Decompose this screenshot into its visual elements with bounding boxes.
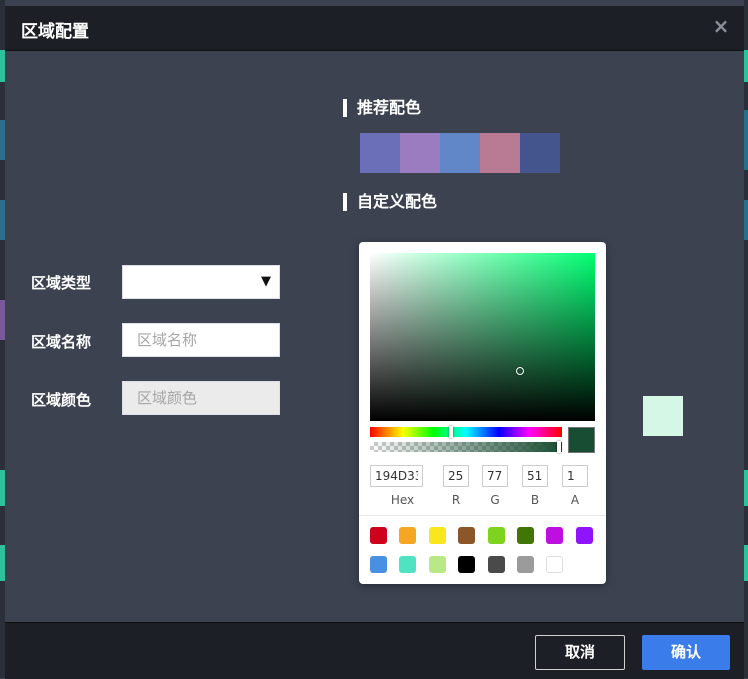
- region-name-field-wrapper: [122, 323, 280, 357]
- recommended-swatches: [360, 133, 560, 173]
- alpha-input[interactable]: [562, 465, 588, 487]
- alpha-slider-handle[interactable]: [557, 441, 561, 453]
- dialog-footer: 取消 确认: [5, 622, 744, 679]
- alpha-label: A: [570, 493, 580, 507]
- alpha-slider[interactable]: [370, 441, 562, 453]
- hue-slider[interactable]: [370, 426, 562, 438]
- region-color-preview: [643, 396, 683, 436]
- recommended-swatch[interactable]: [360, 133, 400, 173]
- picker-divider: [359, 515, 606, 516]
- close-icon[interactable]: ×: [710, 15, 732, 37]
- saturation-pointer[interactable]: [516, 367, 524, 375]
- dialog-header: 区域配置 ×: [5, 6, 744, 51]
- preset-color-swatch[interactable]: [546, 556, 564, 573]
- preset-color-swatch[interactable]: [575, 527, 593, 544]
- region-config-dialog: 区域配置 × 推荐配色 自定义配色 区域类型 ▼ 区域名称 区域颜色: [5, 6, 744, 679]
- dropdown-arrow-icon: ▼: [261, 274, 271, 289]
- preset-color-swatch[interactable]: [546, 527, 564, 544]
- preset-color-swatch[interactable]: [487, 527, 505, 544]
- background-right-strip: [744, 0, 748, 678]
- recommended-swatch[interactable]: [520, 133, 560, 173]
- preset-color-swatch[interactable]: [458, 527, 476, 544]
- region-type-select[interactable]: ▼: [122, 265, 280, 299]
- region-type-label: 区域类型: [31, 274, 92, 292]
- confirm-button[interactable]: 确认: [642, 635, 730, 670]
- red-label: R: [451, 493, 461, 507]
- hex-label: Hex: [390, 493, 415, 507]
- recommended-swatch[interactable]: [480, 133, 520, 173]
- green-label: G: [490, 493, 500, 507]
- color-picker: Hex R G B A: [359, 242, 606, 584]
- blue-input[interactable]: [522, 465, 548, 487]
- recommended-colors-title: 推荐配色: [343, 99, 421, 117]
- preset-color-swatch[interactable]: [428, 556, 446, 573]
- recommended-swatch[interactable]: [440, 133, 480, 173]
- preset-color-swatch[interactable]: [487, 556, 505, 573]
- region-color-input[interactable]: [137, 382, 265, 414]
- blue-label: B: [530, 493, 540, 507]
- region-color-label: 区域颜色: [31, 391, 92, 409]
- preset-color-swatch[interactable]: [458, 556, 476, 573]
- hue-slider-handle[interactable]: [449, 426, 453, 438]
- custom-colors-title: 自定义配色: [343, 193, 437, 211]
- saturation-area[interactable]: [370, 253, 595, 421]
- dialog-title: 区域配置: [21, 22, 89, 42]
- red-input[interactable]: [443, 465, 469, 487]
- cancel-button[interactable]: 取消: [535, 635, 625, 670]
- current-color-preview: [568, 427, 595, 453]
- preset-color-swatch[interactable]: [399, 556, 417, 573]
- preset-color-swatch[interactable]: [428, 527, 446, 544]
- preset-color-swatch[interactable]: [517, 556, 534, 573]
- green-input[interactable]: [482, 465, 508, 487]
- recommended-swatch[interactable]: [400, 133, 440, 173]
- preset-color-swatch[interactable]: [370, 556, 387, 573]
- preset-color-swatch[interactable]: [399, 527, 417, 544]
- region-name-label: 区域名称: [31, 333, 92, 351]
- preset-color-swatch[interactable]: [517, 527, 534, 544]
- region-name-input[interactable]: [137, 324, 265, 356]
- hex-input[interactable]: [370, 465, 423, 487]
- preset-color-swatch[interactable]: [370, 527, 387, 544]
- region-color-field-wrapper: [122, 381, 280, 415]
